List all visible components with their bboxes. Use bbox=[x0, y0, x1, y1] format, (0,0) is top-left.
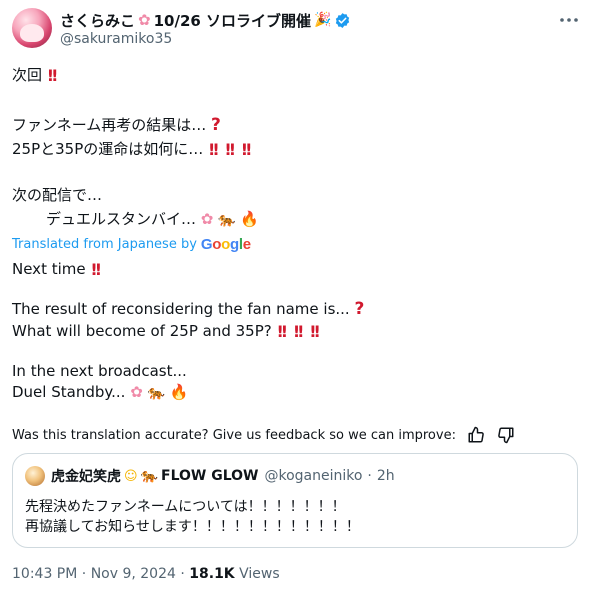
separator-dot: · bbox=[367, 468, 372, 484]
double-exclamation-icon: !! bbox=[224, 139, 235, 159]
double-exclamation-icon: !! bbox=[309, 321, 320, 341]
tiger-icon: 🐅 bbox=[140, 468, 158, 484]
quoted-author-row[interactable]: 虎金妃笑虎 ☺ 🐅 FLOW GLOW @koganeiniko · 2h bbox=[51, 466, 395, 486]
translated-line-4: In the next broadcast... bbox=[12, 362, 187, 380]
translated-by-link[interactable]: Translated from Japanese by Google bbox=[12, 236, 251, 253]
translated-line-2: The result of reconsidering the fan name… bbox=[12, 300, 364, 318]
original-text-4: 次の配信で… bbox=[12, 186, 103, 204]
quoted-text-1: 先程決めたファンネームについては！！！！！！！ bbox=[25, 499, 346, 515]
translated-line-3: What will become of 25P and 35P? !! !! !… bbox=[12, 322, 321, 340]
question-mark-icon: ? bbox=[354, 299, 365, 319]
cherry-blossom-icon: ✿ bbox=[200, 210, 214, 228]
tiger-icon: 🐅 bbox=[147, 384, 165, 401]
translation-feedback: Was this translation accurate? Give us f… bbox=[12, 425, 516, 445]
double-exclamation-icon: !! bbox=[276, 321, 288, 341]
question-mark-icon: ? bbox=[211, 115, 221, 135]
original-line-1: 次回 !! bbox=[12, 64, 58, 85]
author-display-name[interactable]: さくらみこ bbox=[60, 10, 135, 31]
translated-text-4: In the next broadcast... bbox=[12, 362, 187, 380]
original-text-3: 25Pと35Pの運命は如何に… bbox=[12, 140, 204, 158]
author-avatar[interactable] bbox=[12, 8, 52, 48]
quoted-author-name-suffix[interactable]: FLOW GLOW bbox=[161, 468, 258, 484]
verified-badge-icon bbox=[336, 12, 350, 28]
cherry-blossom-icon: ✿ bbox=[138, 10, 151, 29]
double-exclamation-icon: !! bbox=[46, 65, 58, 85]
post-date[interactable]: Nov 9, 2024 bbox=[91, 566, 176, 582]
translated-text-1: Next time bbox=[12, 260, 86, 278]
original-text-5: デュエルスタンバイ… bbox=[46, 210, 197, 228]
translated-text-3: What will become of 25P and 35P? bbox=[12, 322, 272, 340]
original-text-1: 次回 bbox=[12, 66, 43, 84]
thumbs-up-button[interactable] bbox=[466, 425, 486, 445]
quoted-author-avatar[interactable] bbox=[25, 466, 45, 486]
original-line-2: ファンネーム再考の結果は… ? bbox=[12, 114, 221, 135]
fire-icon: 🔥 bbox=[240, 210, 260, 228]
double-exclamation-icon: !! bbox=[90, 259, 101, 279]
translated-text-5: Duel Standby... bbox=[12, 383, 126, 401]
fire-icon: 🔥 bbox=[169, 383, 189, 401]
post-meta: 10:43 PM · Nov 9, 2024 · 18.1K Views bbox=[12, 566, 280, 582]
party-popper-icon: 🎉 bbox=[314, 12, 332, 28]
thumbs-down-icon bbox=[498, 427, 514, 444]
quoted-author-name[interactable]: 虎金妃笑虎 bbox=[51, 466, 121, 486]
quoted-post-time[interactable]: 2h bbox=[377, 468, 395, 484]
translated-line-5: Duel Standby... ✿ 🐅 🔥 bbox=[12, 383, 188, 401]
translated-line-1: Next time !! bbox=[12, 260, 102, 278]
google-logo: Google bbox=[200, 236, 251, 253]
tiger-icon: 🐅 bbox=[218, 211, 236, 228]
cherry-blossom-icon: ✿ bbox=[130, 383, 143, 401]
views-label: Views bbox=[239, 566, 280, 582]
smiling-face-icon: ☺ bbox=[124, 468, 138, 484]
original-line-5: デュエルスタンバイ… ✿ 🐅 🔥 bbox=[46, 208, 259, 229]
more-horizontal-icon bbox=[560, 18, 578, 22]
thumbs-down-button[interactable] bbox=[496, 425, 516, 445]
thumbs-up-icon bbox=[468, 426, 484, 443]
translated-by-label[interactable]: Translated from Japanese by bbox=[12, 237, 197, 252]
double-exclamation-icon: !! bbox=[208, 139, 219, 159]
translated-text-2: The result of reconsidering the fan name… bbox=[12, 300, 350, 318]
post-time[interactable]: 10:43 PM bbox=[12, 566, 77, 582]
post-header: さくらみこ ✿ 10/26 ソロライブ開催 🎉 @sakuramiko35 bbox=[0, 0, 599, 60]
author-display-name-suffix[interactable]: 10/26 ソロライブ開催 bbox=[154, 10, 311, 31]
views-count: 18.1K bbox=[189, 566, 235, 582]
quoted-author-handle[interactable]: @koganeiniko bbox=[264, 468, 362, 484]
double-exclamation-icon: !! bbox=[240, 139, 252, 159]
original-text-2: ファンネーム再考の結果は… bbox=[12, 116, 207, 134]
separator-dot: · bbox=[180, 566, 185, 582]
separator-dot: · bbox=[81, 566, 87, 582]
quoted-text-2: 再協議してお知らせします！！！！！！！！！！！！ bbox=[25, 519, 360, 535]
author-name-row[interactable]: さくらみこ ✿ 10/26 ソロライブ開催 🎉 bbox=[60, 9, 351, 31]
feedback-prompt: Was this translation accurate? Give us f… bbox=[12, 427, 456, 443]
quoted-post-card[interactable]: 虎金妃笑虎 ☺ 🐅 FLOW GLOW @koganeiniko · 2h 先程… bbox=[12, 453, 578, 548]
original-line-4: 次の配信で… bbox=[12, 184, 102, 205]
original-line-3: 25Pと35Pの運命は如何に… !! !! !! bbox=[12, 138, 252, 159]
more-options-button[interactable] bbox=[556, 10, 582, 30]
double-exclamation-icon: !! bbox=[292, 321, 304, 341]
author-handle[interactable]: @sakuramiko35 bbox=[60, 31, 172, 47]
